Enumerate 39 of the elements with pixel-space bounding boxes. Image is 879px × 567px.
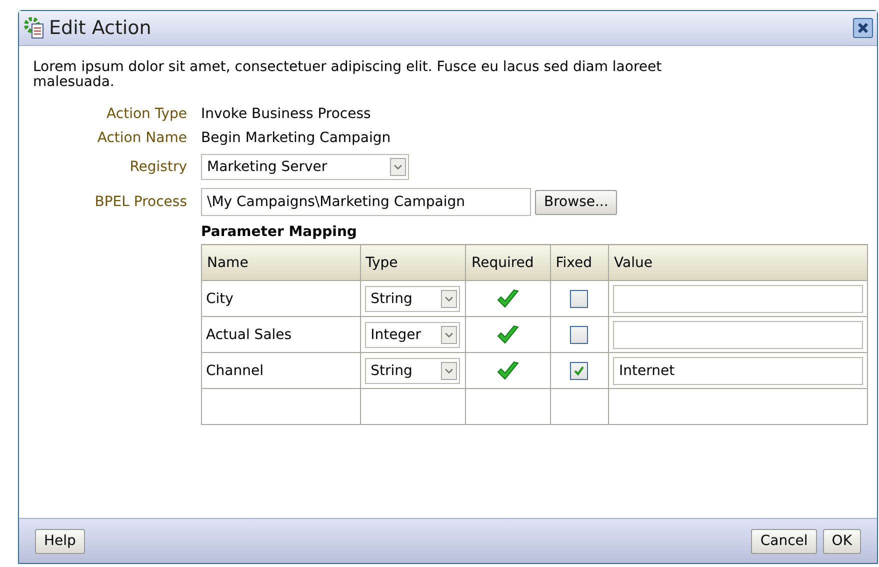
column-header: Name xyxy=(202,244,360,280)
column-header: Type xyxy=(360,244,466,280)
caret-icon[interactable] xyxy=(440,326,457,344)
value-input-field[interactable] xyxy=(613,284,863,312)
type-dropdown[interactable]: String xyxy=(364,286,460,312)
caret-icon[interactable] xyxy=(440,362,457,380)
field-value: Invoke Business Process xyxy=(201,106,372,122)
field-label: Registry xyxy=(128,159,187,175)
column-header: Required xyxy=(466,244,550,280)
registry-dropdown[interactable]: Marketing Server xyxy=(201,154,409,180)
section-title: Parameter Mapping xyxy=(201,224,358,240)
path-input-field[interactable]: \My Campaigns\Marketing Campaign xyxy=(201,188,531,216)
caret-icon[interactable] xyxy=(390,158,406,176)
table-cell: Channel xyxy=(202,352,360,388)
browse-button[interactable]: Browse... xyxy=(535,190,618,214)
type-dropdown[interactable]: Integer xyxy=(364,322,460,348)
field-label: BPEL Process xyxy=(94,194,187,210)
column-header: Value xyxy=(608,244,868,280)
description-text: Lorem ipsum dolor sit amet, consectetuer adipiscing elit. Fusce eu lacus sed diam laoreet malesuada. xyxy=(33,60,663,90)
field-value: Begin Marketing Campaign xyxy=(201,130,392,146)
window-title: Edit Action xyxy=(49,17,152,39)
close-button[interactable] xyxy=(853,18,873,38)
field-label: Action Type xyxy=(106,106,187,122)
value-input-field[interactable] xyxy=(613,320,863,348)
value-input-field[interactable]: Internet xyxy=(613,356,863,384)
caret-icon[interactable] xyxy=(440,290,457,308)
table-cell: City xyxy=(202,280,360,316)
dialog-button[interactable]: Cancel xyxy=(751,528,817,554)
help-button[interactable]: Help xyxy=(35,528,85,554)
field-label: Action Name xyxy=(96,130,187,146)
checkmark-icon xyxy=(573,364,586,376)
checkbox[interactable] xyxy=(570,290,588,308)
checkbox[interactable] xyxy=(570,362,588,380)
checkbox[interactable] xyxy=(570,326,588,344)
dialog-button[interactable]: OK xyxy=(822,528,861,554)
type-dropdown[interactable]: String xyxy=(364,358,460,384)
close-icon[interactable] xyxy=(857,22,869,34)
table-cell: Actual Sales xyxy=(202,316,360,352)
column-header: Fixed xyxy=(550,244,608,280)
